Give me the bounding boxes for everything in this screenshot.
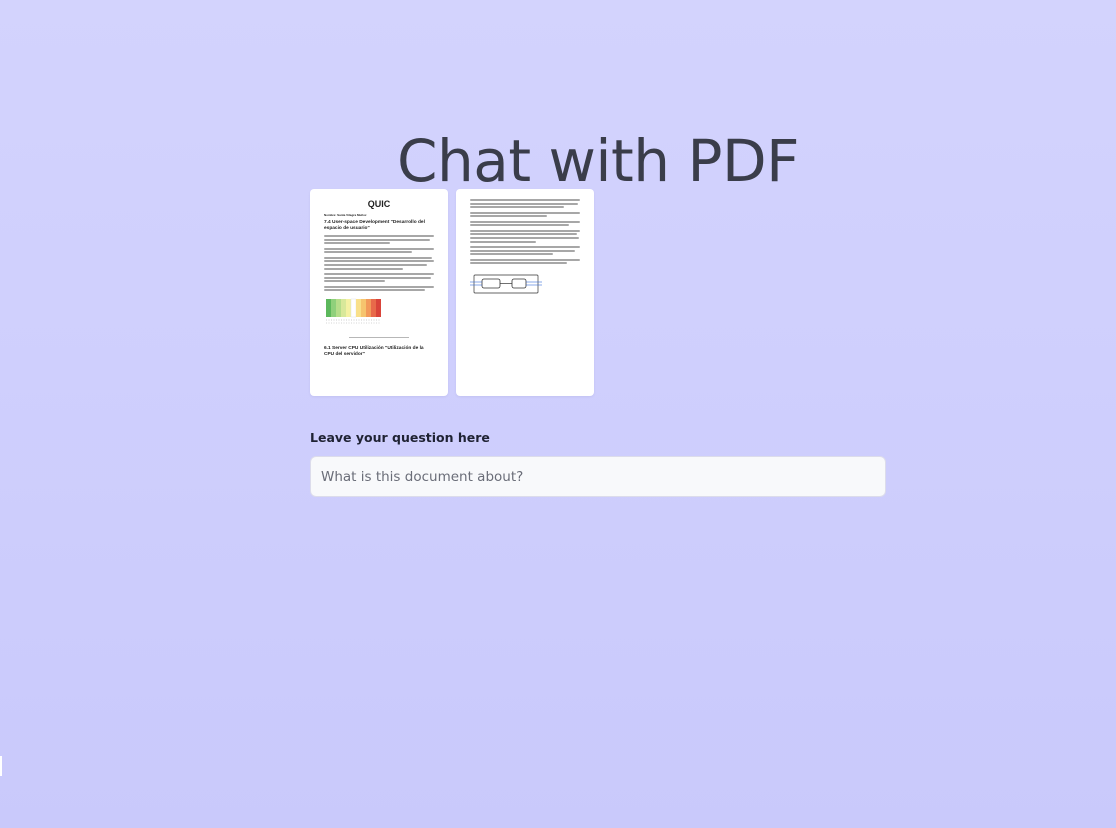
text-line	[470, 233, 577, 236]
pdf-page-content: QUIC Nombre: Santa Vilagra Muñoz 7.4 Use…	[324, 199, 434, 386]
pdf-page-heading: QUIC	[367, 199, 391, 209]
text-line	[324, 280, 385, 283]
text-line	[470, 229, 580, 232]
main-area: Chat with PDF QUIC Nombre: Santa Vilagra…	[0, 0, 1116, 828]
text-line	[324, 242, 390, 245]
text-line	[470, 220, 580, 223]
text-line	[324, 267, 404, 270]
page-title: Chat with PDF	[397, 126, 799, 195]
text-line	[324, 289, 426, 292]
text-line	[470, 211, 580, 214]
text-line	[324, 276, 431, 279]
text-line	[470, 246, 580, 249]
text-line	[470, 240, 536, 243]
pdf-figure-heatmap	[326, 298, 381, 324]
text-line	[470, 224, 569, 227]
text-line	[324, 260, 434, 263]
pdf-page-previews: QUIC Nombre: Santa Vilagra Muñoz 7.4 Use…	[310, 189, 594, 396]
pdf-page-content	[470, 199, 580, 386]
pdf-page-thumbnail-1[interactable]: QUIC Nombre: Santa Vilagra Muñoz 7.4 Use…	[310, 189, 448, 396]
text-line	[470, 202, 578, 205]
text-line	[324, 256, 432, 259]
text-line	[324, 273, 434, 276]
text-line	[470, 258, 580, 261]
pdf-page-author: Nombre: Santa Vilagra Muñoz	[324, 213, 367, 217]
text-line	[324, 263, 428, 266]
text-line	[324, 251, 412, 254]
text-line	[470, 262, 567, 265]
edge-artifact	[0, 756, 2, 776]
text-line	[470, 253, 553, 256]
text-line	[324, 285, 434, 288]
text-line	[470, 215, 547, 218]
question-form: Leave your question here	[310, 430, 886, 497]
pdf-page-section-heading: 7.4 User-space Development "Desarrollo d…	[324, 220, 425, 231]
text-line	[470, 206, 564, 209]
question-input[interactable]	[310, 456, 886, 497]
pdf-page-thumbnail-2[interactable]	[456, 189, 594, 396]
text-line	[324, 235, 434, 237]
question-label: Leave your question here	[310, 430, 490, 445]
text-line	[470, 249, 575, 252]
pdf-figure-diagram	[470, 274, 542, 294]
text-line	[470, 199, 580, 201]
text-line	[324, 247, 434, 250]
figure-caption-line	[349, 336, 409, 339]
pdf-page-section-heading: 6.1 Server CPU Utilización "Utilización …	[324, 346, 424, 358]
text-line	[324, 238, 430, 241]
text-line	[470, 237, 579, 240]
